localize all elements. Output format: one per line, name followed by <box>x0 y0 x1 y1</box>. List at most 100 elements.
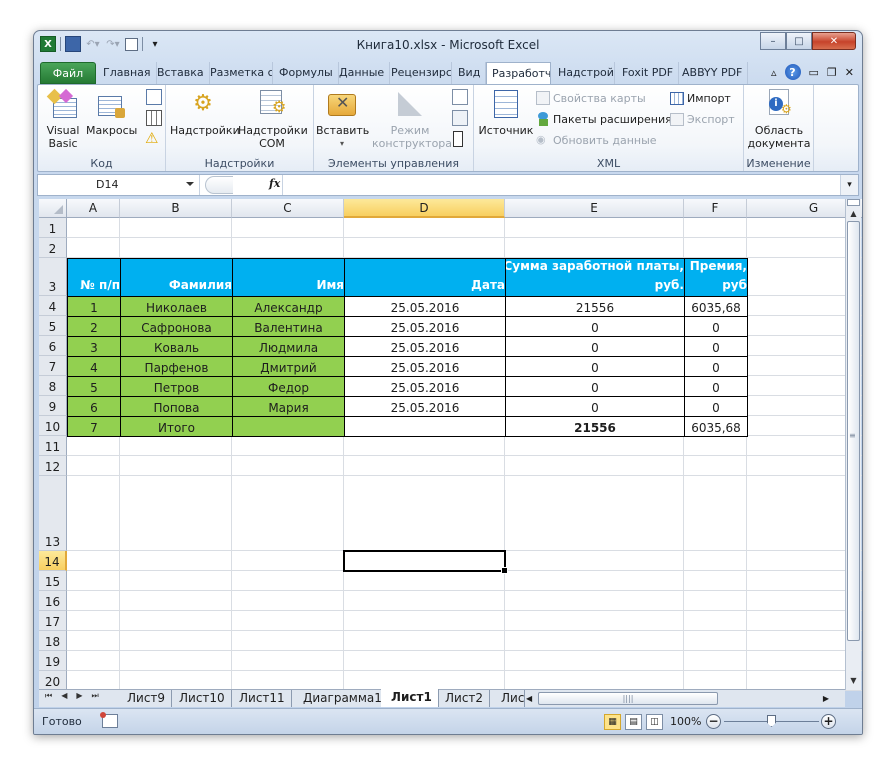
insert-control-button[interactable]: ✕ Вставить ▾ <box>316 88 369 150</box>
cell-name[interactable]: Федор <box>232 376 345 397</box>
collapse-ribbon-icon[interactable]: ▵ <box>771 66 777 79</box>
horizontal-scroll-thumb[interactable]: |||| <box>538 692 718 705</box>
grid-cell[interactable] <box>344 611 505 631</box>
select-all-button[interactable] <box>39 199 67 218</box>
com-addins-button[interactable]: ⚙ Надстройки COM <box>238 88 308 150</box>
grid-cell[interactable] <box>505 476 684 551</box>
header-date[interactable]: Дата <box>344 258 506 297</box>
doc-close-icon[interactable]: ✕ <box>845 66 854 79</box>
column-header-e[interactable]: E <box>505 199 684 218</box>
grid-cell[interactable] <box>67 456 120 476</box>
grid-cell[interactable] <box>505 456 684 476</box>
macros-button[interactable]: Макросы <box>86 88 137 137</box>
column-header-c[interactable]: C <box>232 199 344 218</box>
cell-name[interactable]: Александр <box>232 296 345 317</box>
grid-cell[interactable] <box>232 671 344 691</box>
grid-cell[interactable] <box>344 631 505 651</box>
prev-sheet-icon[interactable]: ◀ <box>61 691 67 701</box>
minimize-button[interactable]: – <box>760 32 786 50</box>
cell-date[interactable]: 25.05.2016 <box>344 356 506 377</box>
row-header-16[interactable]: 16 <box>39 591 67 611</box>
header-salary[interactable]: Сумма заработной платы, руб. <box>505 258 685 297</box>
cell-salary[interactable]: 0 <box>505 376 685 397</box>
grid-cell[interactable] <box>344 218 505 238</box>
grid-cell[interactable] <box>67 651 120 671</box>
tab-file[interactable]: Файл <box>40 62 96 84</box>
grid-cell[interactable] <box>67 631 120 651</box>
cell-salary[interactable]: 21556 <box>505 296 685 317</box>
grid-cell[interactable] <box>505 218 684 238</box>
cell-name[interactable]: Людмила <box>232 336 345 357</box>
total-cell-surname[interactable]: Итого <box>120 416 233 437</box>
grid-cell[interactable] <box>67 238 120 258</box>
header-surname[interactable]: Фамилия <box>120 258 233 297</box>
properties-icon[interactable] <box>452 89 468 105</box>
doc-minimize-icon[interactable]: ▭ <box>809 66 819 79</box>
grid-cell[interactable] <box>120 238 232 258</box>
row-header-6[interactable]: 6 <box>39 336 67 356</box>
grid-cell[interactable] <box>505 591 684 611</box>
grid-cell[interactable] <box>505 631 684 651</box>
row-header-1[interactable]: 1 <box>39 218 67 238</box>
grid-cell[interactable] <box>505 238 684 258</box>
document-panel-button[interactable]: i ⚙ Область документа <box>746 88 812 150</box>
grid-cell[interactable] <box>232 631 344 651</box>
first-sheet-icon[interactable]: ⏮ <box>45 691 52 701</box>
header-name[interactable]: Имя <box>232 258 345 297</box>
source-button[interactable]: Источник <box>478 88 534 137</box>
vertical-scrollbar[interactable]: ▲ ≡ ▼ <box>845 199 861 690</box>
grid-cell[interactable] <box>120 591 232 611</box>
column-header-a[interactable]: A <box>67 199 120 218</box>
grid-cell[interactable] <box>67 591 120 611</box>
sheet-tab[interactable]: Лист9 <box>117 690 173 707</box>
grid-cell[interactable] <box>684 218 747 238</box>
grid-cell[interactable] <box>684 611 747 631</box>
grid-cell[interactable] <box>684 551 747 571</box>
cell-number[interactable]: 1 <box>67 296 121 317</box>
cell-date[interactable]: 25.05.2016 <box>344 296 506 317</box>
grid-cell[interactable] <box>505 651 684 671</box>
cell-bonus[interactable]: 0 <box>684 376 748 397</box>
grid-cell[interactable] <box>344 671 505 691</box>
sheet-tab[interactable]: Лист10 <box>169 690 232 707</box>
grid-cell[interactable] <box>505 671 684 691</box>
cell-number[interactable]: 2 <box>67 316 121 337</box>
grid-cell[interactable] <box>232 456 344 476</box>
cell-surname[interactable]: Петров <box>120 376 233 397</box>
grid-cell[interactable] <box>67 218 120 238</box>
grid-cell[interactable] <box>684 456 747 476</box>
grid-cell[interactable] <box>684 671 747 691</box>
grid-cell[interactable] <box>120 218 232 238</box>
zoom-in-button[interactable]: + <box>821 714 836 729</box>
close-button[interactable]: ✕ <box>812 32 856 50</box>
row-header-20[interactable]: 20 <box>39 671 67 691</box>
grid-cell[interactable] <box>120 611 232 631</box>
grid-cell[interactable] <box>67 671 120 691</box>
scroll-up-arrow-icon[interactable]: ▲ <box>846 207 861 221</box>
macro-security-icon[interactable]: ⚠ <box>145 129 158 147</box>
row-header-5[interactable]: 5 <box>39 316 67 336</box>
cell-salary[interactable]: 0 <box>505 356 685 377</box>
page-break-view-button[interactable]: ◫ <box>646 714 663 730</box>
tab-page-layout[interactable]: Разметка с <box>205 62 273 84</box>
grid-cell[interactable] <box>344 476 505 551</box>
row-header-19[interactable]: 19 <box>39 651 67 671</box>
row-header-2[interactable]: 2 <box>39 238 67 258</box>
cell-bonus[interactable]: 0 <box>684 336 748 357</box>
grid-cell[interactable] <box>684 436 747 456</box>
scroll-down-arrow-icon[interactable]: ▼ <box>846 674 861 688</box>
grid-cell[interactable] <box>684 238 747 258</box>
grid-cell[interactable] <box>684 591 747 611</box>
total-cell-number[interactable]: 7 <box>67 416 121 437</box>
record-macro-status-icon[interactable] <box>100 712 118 728</box>
doc-restore-icon[interactable]: ❐ <box>827 66 837 79</box>
grid-cell[interactable] <box>684 476 747 551</box>
row-header-9[interactable]: 9 <box>39 396 67 416</box>
total-cell-name[interactable] <box>232 416 345 437</box>
cell-bonus[interactable]: 6035,68 <box>684 296 748 317</box>
cell-name[interactable]: Мария <box>232 396 345 417</box>
tab-addins[interactable]: Надстройк <box>553 62 615 84</box>
column-header-b[interactable]: B <box>120 199 232 218</box>
design-mode-button[interactable]: Режим конструктора <box>372 88 452 150</box>
grid-cell[interactable] <box>232 651 344 671</box>
